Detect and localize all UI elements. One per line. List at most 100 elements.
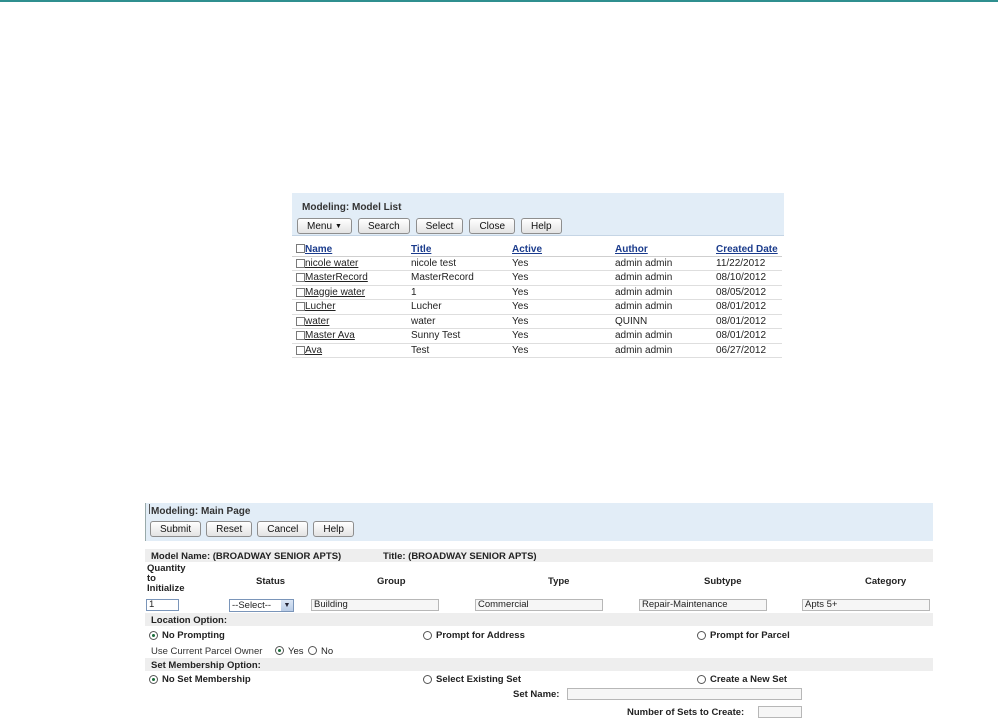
close-button[interactable]: Close xyxy=(469,218,516,234)
row-checkbox-cell xyxy=(292,256,305,271)
type-header: Type xyxy=(548,576,570,587)
cell-author: QUINN xyxy=(615,314,716,329)
model-name-link[interactable]: Ava xyxy=(305,345,322,356)
category-field[interactable]: Apts 5+ xyxy=(802,599,930,611)
cell-author: admin admin xyxy=(615,270,716,286)
col-header-author[interactable]: Author xyxy=(615,237,716,257)
select-all-checkbox[interactable] xyxy=(296,244,305,254)
cell-title: 1 xyxy=(411,285,512,300)
prompt-address-label: Prompt for Address xyxy=(436,630,525,641)
create-new-set-radio[interactable] xyxy=(697,675,706,684)
cell-created: 08/01/2012 xyxy=(716,299,782,315)
row-checkbox[interactable] xyxy=(296,258,305,268)
no-set-radio[interactable] xyxy=(149,675,158,684)
row-checkbox[interactable] xyxy=(296,316,305,326)
num-sets-label: Number of Sets to Create: xyxy=(627,707,745,718)
table-row[interactable]: MasterRecord MasterRecord Yes admin admin 08… xyxy=(292,270,782,286)
num-sets-input[interactable] xyxy=(758,706,802,718)
cell-title: water xyxy=(411,314,512,329)
subtype-header: Subtype xyxy=(704,576,742,587)
cell-author-text: admin admin xyxy=(615,344,673,356)
cell-created-text: 08/10/2012 xyxy=(716,272,767,284)
cancel-button[interactable]: Cancel xyxy=(257,521,309,537)
cell-author-text: admin admin xyxy=(615,272,673,284)
table-row[interactable]: Master Ava Sunny Test Yes admin admin 08/01/… xyxy=(292,328,782,344)
model-list-header: Modeling: Model List Menu ▼ Search Selec… xyxy=(292,193,784,236)
model-title-label: Title: (BROADWAY SENIOR APTS) xyxy=(383,551,537,562)
use-owner-no-label: No xyxy=(321,646,334,657)
model-name-link[interactable]: Lucher xyxy=(305,301,336,312)
table-row[interactable]: Lucher Lucher Yes admin admin 08/01/2012 xyxy=(292,299,782,315)
row-checkbox[interactable] xyxy=(296,287,305,297)
type-field[interactable]: Commercial xyxy=(475,599,603,611)
subtype-field[interactable]: Repair-Maintenance xyxy=(639,599,767,611)
search-button[interactable]: Search xyxy=(357,218,410,234)
use-owner-no-radio[interactable] xyxy=(308,646,317,655)
cell-created-text: 06/27/2012 xyxy=(716,344,767,356)
row-checkbox[interactable] xyxy=(296,345,305,355)
chevron-down-icon: ▼ xyxy=(281,600,293,611)
model-name-label: Model Name: (BROADWAY SENIOR APTS) xyxy=(151,551,342,562)
group-field[interactable]: Building xyxy=(311,599,439,611)
cell-active-text: Yes xyxy=(512,301,529,313)
col-header-active[interactable]: Active xyxy=(512,237,615,257)
model-name-link[interactable]: nicole water xyxy=(305,258,358,269)
row-checkbox[interactable] xyxy=(296,273,305,283)
prompt-address-radio[interactable] xyxy=(423,631,432,640)
col-header-name[interactable]: Name xyxy=(305,237,411,257)
status-select[interactable]: --Select-- ▼ xyxy=(229,599,294,612)
no-prompting-radio[interactable] xyxy=(149,631,158,640)
table-row[interactable]: nicole water nicole test Yes admin admin 11/… xyxy=(292,256,782,271)
table-row[interactable]: water water Yes QUINN 08/01/2012 xyxy=(292,314,782,329)
cell-author-text: admin admin xyxy=(615,286,673,298)
select-existing-set-radio[interactable] xyxy=(423,675,432,684)
quantity-input[interactable]: 1 xyxy=(146,599,179,611)
model-name-link[interactable]: Maggie water xyxy=(305,287,365,298)
status-select-value: --Select-- xyxy=(232,600,272,611)
model-table-body: nicole water nicole test Yes admin admin 11/… xyxy=(292,256,782,358)
cell-name: Ava xyxy=(305,343,411,358)
set-name-input[interactable] xyxy=(567,688,802,700)
cell-title: MasterRecord xyxy=(411,270,512,286)
membership-option-label: Set Membership Option: xyxy=(151,660,261,671)
main-help-button[interactable]: Help xyxy=(313,521,354,537)
menu-button[interactable]: Menu ▼ xyxy=(297,218,352,234)
model-name-link[interactable]: MasterRecord xyxy=(305,272,368,283)
quantity-header: Quantity to Initialize xyxy=(147,564,186,594)
cell-active: Yes xyxy=(512,299,615,315)
model-name-link[interactable]: water xyxy=(305,316,329,327)
row-checkbox[interactable] xyxy=(296,302,305,312)
table-row[interactable]: Maggie water 1 Yes admin admin 08/05/2012 xyxy=(292,285,782,300)
submit-button[interactable]: Submit xyxy=(150,521,202,537)
use-owner-yes-radio[interactable] xyxy=(275,646,284,655)
cell-created-text: 08/01/2012 xyxy=(716,330,767,342)
cell-created-text: 08/01/2012 xyxy=(716,315,767,327)
cell-created: 08/05/2012 xyxy=(716,285,782,300)
select-button[interactable]: Select xyxy=(415,218,464,234)
cell-active-text: Yes xyxy=(512,286,529,298)
model-list-title: Modeling: Model List xyxy=(302,202,402,213)
cell-created: 11/22/2012 xyxy=(716,256,782,271)
prompt-parcel-radio[interactable] xyxy=(697,631,706,640)
menu-button-label: Menu xyxy=(307,220,333,232)
cell-created: 08/01/2012 xyxy=(716,314,782,329)
category-header: Category xyxy=(865,576,907,587)
cell-active-text: Yes xyxy=(512,344,529,356)
col-header-created-date[interactable]: Created Date xyxy=(716,237,782,257)
cell-name: Maggie water xyxy=(305,285,411,300)
col-header-title[interactable]: Title xyxy=(411,237,512,257)
location-option-row xyxy=(145,613,933,626)
cell-active-text: Yes xyxy=(512,315,529,327)
cell-active: Yes xyxy=(512,343,615,358)
model-name-link[interactable]: Master Ava xyxy=(305,330,355,341)
help-button[interactable]: Help xyxy=(521,218,562,234)
cell-author: admin admin xyxy=(615,285,716,300)
create-new-set-label: Create a New Set xyxy=(710,674,788,685)
use-owner-yes-label: Yes xyxy=(288,646,304,657)
table-row[interactable]: Ava Test Yes admin admin 06/27/2012 xyxy=(292,343,782,358)
row-checkbox[interactable] xyxy=(296,331,305,341)
reset-button[interactable]: Reset xyxy=(206,521,253,537)
status-header: Status xyxy=(256,576,286,587)
text-cursor xyxy=(149,504,150,514)
model-table: Name Title Active Author Created Date ni… xyxy=(292,237,782,358)
